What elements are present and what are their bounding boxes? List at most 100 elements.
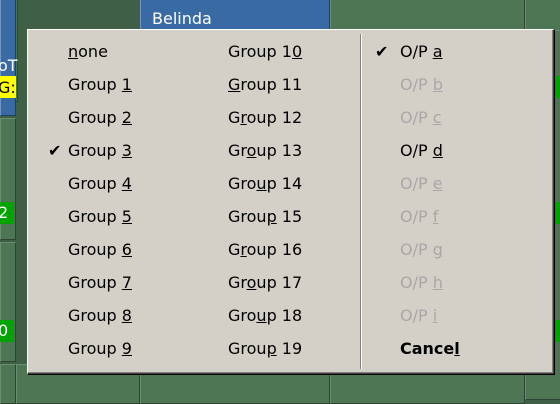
accelerator-key: 9 <box>121 339 132 358</box>
menu-item-label: Group 10 <box>228 42 303 61</box>
group-column-2: Group 10 Group 11 Group 12 Group 13 Group 14… <box>198 35 358 365</box>
menu-item-output: O/P c <box>362 101 552 134</box>
menu-item-group[interactable]: Group 13 <box>198 134 358 167</box>
accelerator-key: 7 <box>121 273 132 292</box>
menu-item-group[interactable]: Group 12 <box>198 101 358 134</box>
menu-item-group[interactable]: Group 6 <box>28 233 198 266</box>
menu-item-label: Group 7 <box>68 273 132 292</box>
accelerator-key: 0 <box>291 42 303 61</box>
group-column-1: none Group 1 Group 2 ✔ Group 3 Group 4 Group 5… <box>28 35 198 365</box>
menu-item-label: O/P e <box>400 174 443 193</box>
menu-item-label: Group 19 <box>228 339 303 358</box>
accelerator-key: G <box>228 75 241 94</box>
accelerator-key: 5 <box>121 207 132 226</box>
channel-text: oT <box>0 56 18 75</box>
accelerator-key: l <box>454 339 460 358</box>
menu-item-group[interactable]: Group 11 <box>198 68 358 101</box>
accelerator-key: a <box>432 42 443 61</box>
menu-item-output[interactable]: ✔ O/P a <box>362 35 552 68</box>
menu-item-label: Group 13 <box>228 141 303 160</box>
menu-item-label: Group 11 <box>228 75 303 94</box>
menu-item-label: O/P d <box>400 141 443 160</box>
accelerator-key: u <box>256 174 267 193</box>
menu-item-label: O/P g <box>400 240 443 259</box>
accelerator-key: i <box>432 306 438 325</box>
menu-item-group[interactable]: Group 14 <box>198 167 358 200</box>
menu-item-output: O/P g <box>362 233 552 266</box>
accelerator-key: e <box>432 174 443 193</box>
menu-item-group[interactable]: Group 7 <box>28 266 198 299</box>
cancel-menu-item[interactable]: Cancel <box>362 332 552 365</box>
menu-item-output: O/P e <box>362 167 552 200</box>
channel-text: 0 <box>0 321 9 340</box>
menu-item-output: O/P h <box>362 266 552 299</box>
menu-item-label: O/P b <box>400 75 443 94</box>
group-output-context-menu: none Group 1 Group 2 ✔ Group 3 Group 4 Group 5… <box>27 29 554 374</box>
accelerator-key: p <box>266 207 277 226</box>
grid-cell[interactable] <box>0 364 16 404</box>
menu-item-output[interactable]: O/P d <box>362 134 552 167</box>
accelerator-key: 2 <box>121 108 132 127</box>
menu-item-group[interactable]: Group 8 <box>28 299 198 332</box>
menu-item-group[interactable]: Group 5 <box>28 200 198 233</box>
menu-item-output: O/P i <box>362 299 552 332</box>
menu-item-label: O/P f <box>400 207 439 226</box>
menu-item-label: Group 17 <box>228 273 303 292</box>
accelerator-key: o <box>246 141 257 160</box>
accelerator-key: n <box>68 42 79 61</box>
grid-cell[interactable] <box>0 242 16 362</box>
menu-item-none[interactable]: none <box>28 35 198 68</box>
accelerator-key: b <box>432 75 443 94</box>
menu-item-group[interactable]: Group 9 <box>28 332 198 365</box>
accelerator-key: g <box>432 240 443 259</box>
menu-item-label: Group 18 <box>228 306 303 325</box>
accelerator-key: p <box>266 339 277 358</box>
accelerator-key: u <box>256 306 267 325</box>
accelerator-key: h <box>432 273 443 292</box>
accelerator-key: d <box>432 141 443 160</box>
channel-text: G: <box>0 78 16 97</box>
accelerator-key: f <box>432 207 439 226</box>
menu-item-group[interactable]: Group 16 <box>198 233 358 266</box>
menu-item-group[interactable]: Group 10 <box>198 35 358 68</box>
menu-item-group[interactable]: Group 1 <box>28 68 198 101</box>
menu-item-label: Group 2 <box>68 108 132 127</box>
output-column: ✔ O/P a O/P b O/P c O/P d O/P e O/P f O/P g O/P … <box>362 35 552 365</box>
menu-item-label: O/P c <box>400 108 442 127</box>
menu-item-label: none <box>68 42 108 61</box>
menu-item-group[interactable]: Group 4 <box>28 167 198 200</box>
accelerator-key: o <box>246 273 257 292</box>
menu-item-group[interactable]: Group 17 <box>198 266 358 299</box>
menu-item-label: Cancel <box>400 339 460 358</box>
menu-item-label: Group 9 <box>68 339 132 358</box>
accelerator-key: c <box>432 108 442 127</box>
menu-item-label: O/P i <box>400 306 438 325</box>
menu-item-output: O/P b <box>362 68 552 101</box>
menu-item-label: Group 1 <box>68 75 132 94</box>
menu-item-label: Group 3 <box>68 141 132 160</box>
menu-item-label: Group 12 <box>228 108 303 127</box>
menu-item-label: O/P a <box>400 42 443 61</box>
menu-item-group[interactable]: Group 2 <box>28 101 198 134</box>
menu-item-label: Group 8 <box>68 306 132 325</box>
accelerator-key: 3 <box>121 141 132 160</box>
menu-item-label: Group 14 <box>228 174 303 193</box>
checkmark-icon: ✔ <box>375 42 389 61</box>
menu-item-label: O/P h <box>400 273 443 292</box>
channel-name-label: Belinda <box>152 9 212 28</box>
accelerator-key: 8 <box>121 306 132 325</box>
menu-item-group[interactable]: Group 18 <box>198 299 358 332</box>
accelerator-key: 4 <box>121 174 132 193</box>
menu-item-label: Group 16 <box>228 240 303 259</box>
channel-text: 2 <box>0 203 9 222</box>
menu-item-group[interactable]: Group 15 <box>198 200 358 233</box>
accelerator-key: 6 <box>121 240 132 259</box>
menu-item-label: Group 15 <box>228 207 303 226</box>
menu-item-label: Group 4 <box>68 174 132 193</box>
menu-item-label: Group 5 <box>68 207 132 226</box>
menu-item-group[interactable]: Group 19 <box>198 332 358 365</box>
accelerator-key: 1 <box>121 75 132 94</box>
menu-item-group[interactable]: ✔ Group 3 <box>28 134 198 167</box>
menu-item-label: Group 6 <box>68 240 132 259</box>
menu-item-output: O/P f <box>362 200 552 233</box>
